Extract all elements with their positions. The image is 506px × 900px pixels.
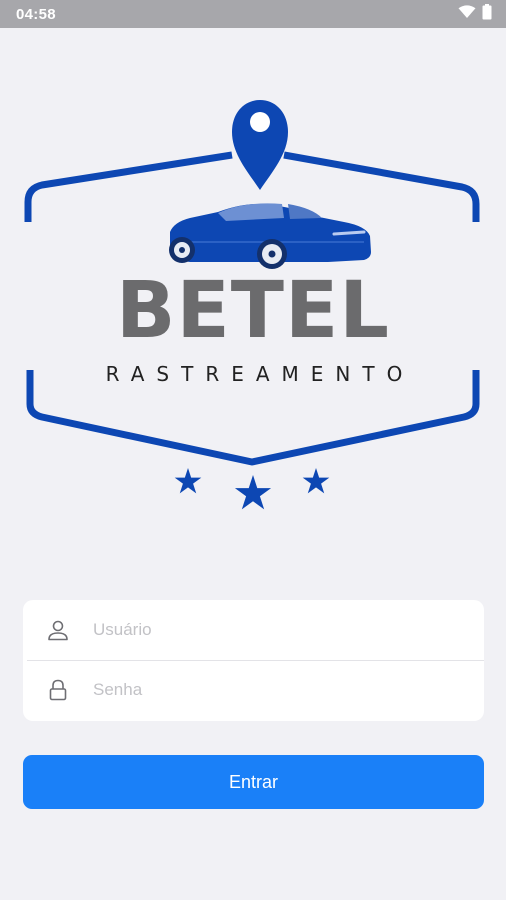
lock-icon [23,679,93,701]
status-bar: 04:58 [0,0,506,28]
car-icon [169,203,371,269]
star-icon [174,468,202,494]
user-icon [23,619,93,641]
star-icon [302,468,330,494]
login-button[interactable]: Entrar [23,755,484,809]
brand-name: BETEL [116,266,390,356]
username-input[interactable] [93,620,453,640]
login-form [23,600,484,721]
brand-subtitle: RASTREAMENTO [105,362,415,386]
battery-icon [482,3,492,25]
password-input[interactable] [93,680,453,700]
password-row [23,660,484,720]
status-icons [458,3,492,25]
location-pin-icon [232,100,288,190]
star-icon [234,475,272,510]
wifi-icon [458,4,476,24]
status-time: 04:58 [16,5,56,23]
logo-frame-top [24,151,233,222]
brand-logo: BETEL RASTREAMENTO [22,92,484,552]
username-row [23,600,484,660]
